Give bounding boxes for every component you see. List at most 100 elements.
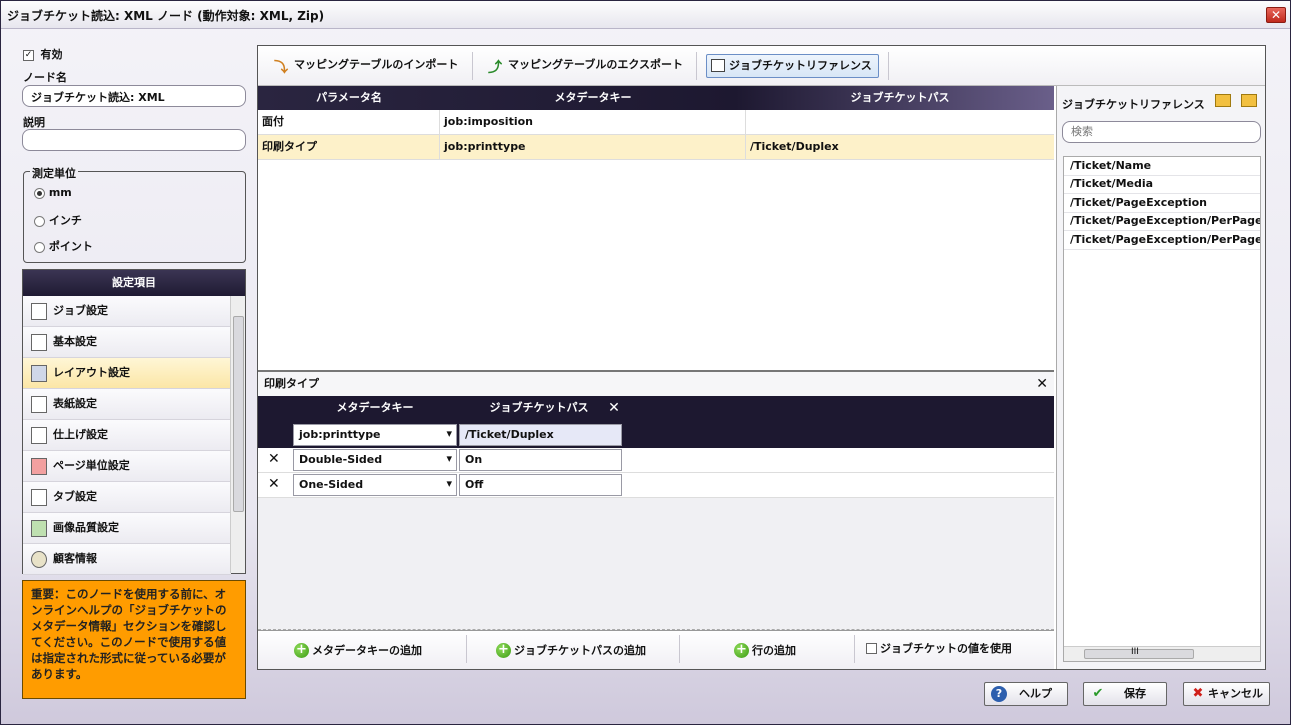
- list-item[interactable]: /Ticket/PageException/PerPageS: [1064, 212, 1260, 231]
- cover-icon: [31, 396, 47, 413]
- col-path: ジョブチケットパス: [850, 91, 950, 104]
- folder-open-icon[interactable]: [1215, 94, 1231, 107]
- save-button[interactable]: ✔ 保存: [1083, 682, 1167, 706]
- description-input[interactable]: [22, 129, 246, 151]
- help-button[interactable]: ? ヘルプ: [984, 682, 1068, 706]
- radio-icon[interactable]: [34, 187, 45, 199]
- list-item[interactable]: /Ticket/Media: [1064, 175, 1260, 194]
- export-mapping-button[interactable]: ⤴ マッピングテーブルのエクスポート: [486, 54, 683, 78]
- reference-search-input[interactable]: [1062, 121, 1261, 143]
- window-title: ジョブチケット読込: XML ノード (動作対象: XML, Zip): [7, 9, 325, 23]
- reference-panel: ジョブチケットリファレンス /Ticket/Name /Ticket/Media…: [1056, 86, 1265, 669]
- table-row: ✕ Double-Sided On: [258, 448, 1054, 473]
- detail-actions: + メタデータキーの追加 + ジョブチケットパスの追加 + 行の追加 ジョブチケットの…: [258, 630, 1054, 669]
- toolbar: ⤵ マッピングテーブルのインポート ⤴ マッピングテーブルのエクスポート ジョブチケ…: [258, 46, 1265, 86]
- unit-option-inch[interactable]: インチ: [34, 212, 82, 228]
- settings-item-cover[interactable]: 表紙設定: [23, 389, 231, 420]
- plus-icon: +: [496, 643, 511, 658]
- value-input[interactable]: On: [459, 449, 622, 471]
- table-row: ✕ One-Sided Off: [258, 473, 1054, 498]
- unit-group-caption: 測定単位: [30, 165, 78, 181]
- list-item[interactable]: /Ticket/PageException/PerPageS: [1064, 231, 1260, 250]
- node-name-label: ノード名: [23, 71, 67, 84]
- table-row[interactable]: 面付 job:imposition: [258, 110, 1054, 135]
- detail-key-row: job:printtype /Ticket/Duplex: [258, 422, 1054, 448]
- scroll-thumb[interactable]: [233, 316, 244, 512]
- value-input[interactable]: Off: [459, 474, 622, 496]
- add-path-button[interactable]: + ジョブチケットパスの追加: [496, 643, 646, 659]
- list-item[interactable]: /Ticket/Name: [1064, 157, 1260, 176]
- settings-item-page[interactable]: ページ単位設定: [23, 451, 231, 482]
- reference-title: ジョブチケットリファレンス: [1062, 98, 1205, 111]
- settings-item-tab[interactable]: タブ設定: [23, 482, 231, 513]
- close-button[interactable]: ✕: [1266, 7, 1286, 23]
- folder-delete-icon[interactable]: [1241, 94, 1257, 107]
- list-icon: [31, 334, 47, 351]
- delete-row-icon[interactable]: ✕: [268, 476, 280, 492]
- add-row-button[interactable]: + 行の追加: [734, 643, 796, 659]
- scroll-thumb[interactable]: III: [1084, 647, 1194, 659]
- check-icon: ✔: [1092, 686, 1104, 701]
- value-select[interactable]: Double-Sided: [293, 449, 457, 471]
- dialog-window: ジョブチケット読込: XML ノード (動作対象: XML, Zip) ✕ ✓ …: [0, 0, 1291, 725]
- enabled-label: 有効: [40, 48, 63, 61]
- use-ticket-value-checkbox[interactable]: ジョブチケットの値を使用: [864, 641, 1012, 657]
- enabled-checkbox-row[interactable]: ✓ 有効: [23, 46, 63, 62]
- toolbar-separator: [472, 52, 473, 80]
- main-panel: ⤵ マッピングテーブルのインポート ⤴ マッピングテーブルのエクスポート ジョブチケ…: [257, 45, 1266, 670]
- settings-scrollbar[interactable]: [230, 296, 245, 573]
- detail-title: 印刷タイプ ✕: [258, 370, 1054, 396]
- tab-icon: [31, 489, 47, 506]
- unit-option-mm[interactable]: mm: [34, 186, 72, 199]
- help-icon: ?: [991, 686, 1007, 702]
- toolbar-separator: [696, 52, 697, 80]
- cancel-button[interactable]: ✖ キャンセル: [1183, 682, 1270, 706]
- delete-row-icon[interactable]: ✕: [268, 451, 280, 467]
- action-separator: [466, 635, 467, 663]
- settings-panel: 設定項目 ジョブ設定 基本設定 レイアウト設定 表紙設定 仕上げ設定 ページ単位…: [22, 269, 246, 575]
- settings-item-image-quality[interactable]: 画像品質設定: [23, 513, 231, 544]
- import-mapping-button[interactable]: ⤵ マッピングテーブルのインポート: [272, 54, 458, 78]
- settings-header: 設定項目: [23, 270, 245, 296]
- add-key-button[interactable]: + メタデータキーの追加: [294, 643, 422, 659]
- reference-list: /Ticket/Name /Ticket/Media /Ticket/PageE…: [1063, 156, 1261, 662]
- pages-icon: [31, 458, 47, 475]
- col-key: メタデータキー: [554, 91, 632, 104]
- radio-icon[interactable]: [34, 241, 45, 253]
- action-separator: [854, 635, 855, 663]
- settings-item-finishing[interactable]: 仕上げ設定: [23, 420, 231, 451]
- title-bar: ジョブチケット読込: XML ノード (動作対象: XML, Zip) ✕: [1, 1, 1290, 29]
- detail-header: メタデータキー ジョブチケットパス ✕: [258, 396, 1054, 422]
- detail-col-path: ジョブチケットパス: [489, 401, 589, 414]
- description-label: 説明: [23, 116, 45, 129]
- settings-item-basic[interactable]: 基本設定: [23, 327, 231, 358]
- col-param: パラメータ名: [316, 91, 382, 104]
- reference-hscrollbar[interactable]: III: [1064, 646, 1260, 661]
- close-detail-icon[interactable]: ✕: [1036, 372, 1048, 396]
- ticket-reference-button[interactable]: ジョブチケットリファレンス: [706, 54, 879, 78]
- key-select[interactable]: job:printtype: [293, 424, 457, 446]
- settings-item-job[interactable]: ジョブ設定: [23, 296, 231, 327]
- finishing-icon: [31, 427, 47, 444]
- unit-group: 測定単位 mm インチ ポイント: [23, 165, 246, 263]
- path-input[interactable]: /Ticket/Duplex: [459, 424, 622, 446]
- enabled-checkbox[interactable]: ✓: [23, 49, 34, 61]
- plus-icon: +: [734, 643, 749, 658]
- unit-option-point[interactable]: ポイント: [34, 238, 93, 254]
- table-row[interactable]: 印刷タイプ job:printtype /Ticket/Duplex: [258, 135, 1054, 160]
- export-icon: ⤴: [488, 60, 502, 76]
- list-item[interactable]: /Ticket/PageException: [1064, 194, 1260, 213]
- node-name-input[interactable]: ジョブチケット読込: XML: [22, 85, 246, 107]
- mapping-header: パラメータ名 メタデータキー ジョブチケットパス: [258, 86, 1054, 110]
- important-note: 重要：このノードを使用する前に、オンラインヘルプの「ジョブチケットのメタデータ情…: [22, 580, 246, 699]
- panel-icon: [711, 59, 725, 72]
- detail-empty-area: [258, 498, 1054, 630]
- checkbox-box[interactable]: [866, 643, 877, 654]
- settings-item-layout[interactable]: レイアウト設定: [23, 358, 231, 389]
- settings-item-customer[interactable]: 顧客情報: [23, 544, 231, 575]
- radio-icon[interactable]: [34, 215, 45, 227]
- value-select[interactable]: One-Sided: [293, 474, 457, 496]
- document-icon: [31, 303, 47, 320]
- import-icon: ⤵: [274, 60, 288, 76]
- remove-column-icon[interactable]: ✕: [604, 396, 624, 420]
